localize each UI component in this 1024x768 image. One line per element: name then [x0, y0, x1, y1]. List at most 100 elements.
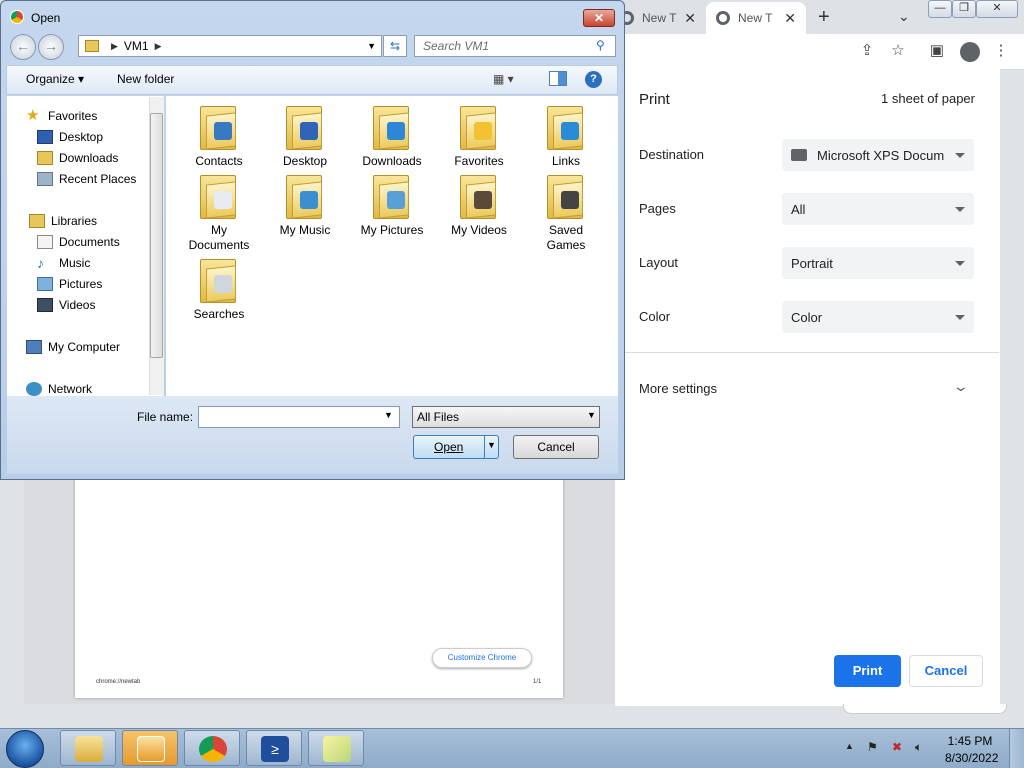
chrome-close-button[interactable]: ✕	[976, 0, 1018, 18]
destination-select[interactable]: Microsoft XPS Docum	[782, 139, 974, 171]
share-icon[interactable]: ⇪	[858, 42, 876, 60]
new-folder-button[interactable]: New folder	[117, 72, 174, 86]
refresh-icon[interactable]: ⇆	[383, 35, 407, 57]
file-type-filter[interactable]: All Files	[412, 406, 600, 428]
nav-music[interactable]: ♪ Music	[37, 254, 90, 272]
nav-my-computer[interactable]: My Computer	[26, 338, 120, 356]
nav-pictures[interactable]: Pictures	[37, 275, 102, 293]
file-item[interactable]: Downloads	[356, 102, 428, 169]
cancel-print-button[interactable]: Cancel	[909, 655, 983, 687]
forward-arrow-icon[interactable]: →	[38, 34, 64, 60]
pictures-icon	[37, 277, 53, 291]
network-disconnected-icon[interactable]: ✖	[892, 740, 908, 754]
taskbar-media-player[interactable]	[122, 730, 178, 766]
file-item[interactable]: My Music	[269, 171, 341, 238]
file-item[interactable]: Searches	[183, 255, 255, 322]
back-arrow-icon[interactable]: ←	[10, 34, 36, 60]
start-button[interactable]	[6, 730, 44, 768]
taskbar-powershell[interactable]: ≥	[246, 730, 302, 766]
nav-recent-places[interactable]: Recent Places	[37, 170, 136, 188]
chrome-maximize-button[interactable]: ❐	[952, 0, 976, 18]
more-settings-toggle[interactable]: More settings	[639, 381, 717, 396]
volume-icon[interactable]: 🔈︎	[915, 740, 931, 754]
file-name-input[interactable]	[198, 406, 400, 428]
dialog-cancel-button[interactable]: Cancel	[513, 435, 599, 459]
nav-documents[interactable]: Documents	[37, 233, 120, 251]
page-number-footer: 1/1	[533, 679, 542, 685]
folder-icon	[373, 171, 411, 219]
change-view-icon[interactable]: ▦ ▾	[493, 72, 514, 86]
network-icon	[26, 382, 42, 396]
file-item[interactable]: Favorites	[443, 102, 515, 169]
desktop-icon	[37, 130, 53, 144]
tab-close-icon[interactable]: ✕	[684, 10, 696, 27]
nav-videos[interactable]: Videos	[37, 296, 95, 314]
new-tab-button[interactable]: +	[818, 6, 830, 29]
dialog-close-button[interactable]: ✕	[583, 9, 615, 27]
side-panel-icon[interactable]: ▣	[928, 42, 946, 60]
nav-favorites[interactable]: ★ Favorites	[26, 107, 97, 125]
show-desktop-button[interactable]	[1009, 729, 1024, 768]
folder-icon	[200, 102, 238, 150]
breadcrumb-vm1[interactable]: VM1	[124, 39, 149, 53]
nav-scrollbar-thumb[interactable]	[150, 113, 163, 358]
color-select[interactable]: Color	[782, 301, 974, 333]
profile-avatar[interactable]	[960, 42, 980, 62]
taskbar-sticky-notes[interactable]	[308, 730, 364, 766]
layout-select[interactable]: Portrait	[782, 247, 974, 279]
tab-search-button[interactable]: ⌄	[898, 8, 910, 25]
nav-label: Documents	[59, 235, 120, 249]
organize-menu[interactable]: Organize ▾	[26, 72, 84, 86]
file-item-label: Saved Games	[546, 223, 586, 252]
dropdown-caret-icon	[955, 152, 965, 158]
filter-dropdown-icon[interactable]: ▼	[587, 410, 596, 420]
music-icon: ♪	[37, 255, 44, 271]
folder-icon	[200, 255, 238, 303]
taskbar-explorer[interactable]	[60, 730, 116, 766]
preview-pane-icon[interactable]	[549, 71, 567, 86]
tab-close-icon[interactable]: ✕	[784, 10, 796, 27]
breadcrumb-arrow-icon[interactable]: ▶	[111, 41, 118, 52]
file-item[interactable]: My Videos	[443, 171, 515, 238]
file-item[interactable]: Links	[530, 102, 602, 169]
color-label: Color	[639, 309, 671, 324]
print-button[interactable]: Print	[834, 655, 901, 687]
pages-select[interactable]: All	[782, 193, 974, 225]
nav-label: My Computer	[48, 340, 121, 354]
file-item[interactable]: My Pictures	[356, 171, 428, 238]
folder-icon	[460, 171, 498, 219]
chrome-minimize-button[interactable]: —	[928, 0, 952, 18]
nav-label: Recent Places	[59, 172, 137, 186]
file-name-dropdown-icon[interactable]: ▼	[384, 410, 393, 420]
downloads-folder-icon	[37, 151, 53, 165]
nav-downloads[interactable]: Downloads	[37, 149, 118, 167]
chevron-down-icon[interactable]: ⌄	[953, 378, 969, 395]
chrome-tab-2[interactable]: New T ✕	[706, 2, 806, 34]
file-item-label: Downloads	[362, 154, 422, 168]
taskbar-chrome[interactable]	[184, 730, 240, 766]
customize-chrome-pill: Customize Chrome	[432, 648, 532, 668]
action-center-icon[interactable]: ⚑	[867, 740, 883, 754]
breadcrumb-arrow-icon[interactable]: ▶	[155, 41, 162, 52]
file-item[interactable]: Desktop	[269, 102, 341, 169]
open-options-icon[interactable]: ▼	[487, 440, 496, 450]
nav-label: Pictures	[59, 277, 103, 291]
file-item[interactable]: My Documents	[183, 171, 255, 253]
file-item-label: My Documents	[188, 223, 250, 252]
address-dropdown-icon[interactable]: ▼	[367, 41, 376, 51]
nav-desktop[interactable]: Desktop	[37, 128, 103, 146]
search-input[interactable]: Search VM1	[414, 35, 616, 57]
clock-date[interactable]: 8/30/2022	[945, 751, 998, 765]
show-hidden-icons[interactable]: ▲	[845, 741, 854, 751]
nav-label: Network	[48, 382, 93, 396]
nav-label: Downloads	[59, 151, 119, 165]
help-icon[interactable]: ?	[585, 71, 602, 88]
chrome-menu-icon[interactable]: ⋮	[992, 42, 1010, 60]
nav-libraries[interactable]: Libraries	[29, 212, 97, 230]
bookmark-star-icon[interactable]: ☆	[889, 42, 907, 60]
file-item[interactable]: Contacts	[183, 102, 255, 169]
clock-time[interactable]: 1:45 PM	[945, 734, 995, 748]
address-bar[interactable]: ▶ VM1 ▶ ▼	[78, 35, 382, 57]
file-item-label: My Music	[279, 223, 331, 237]
file-item[interactable]: Saved Games	[530, 171, 602, 253]
